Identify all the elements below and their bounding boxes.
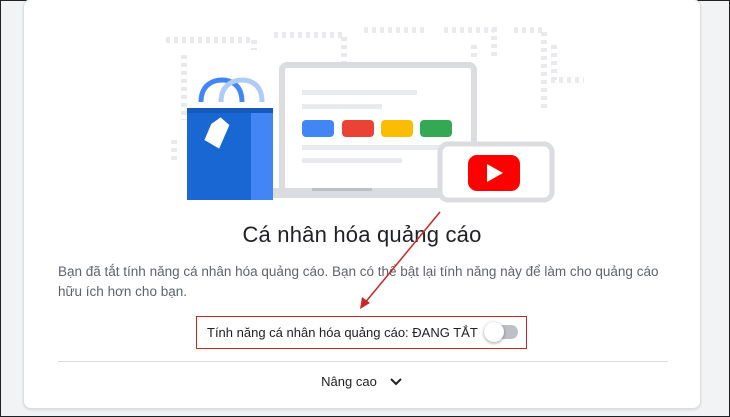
yellow-pill [381, 120, 413, 137]
advanced-expander[interactable]: Nâng cao [24, 374, 700, 389]
placeholder-line [302, 104, 382, 109]
window-frame: Cá nhân hóa quảng cáo Bạn đã tắt tính nă… [0, 0, 730, 417]
placeholder-line [302, 145, 442, 150]
laptop-notch [312, 188, 372, 191]
ad-personalization-status-label: Tính năng cá nhân hóa quảng cáo: ĐANG TẮ… [207, 325, 478, 340]
green-pill [420, 120, 452, 137]
chevron-down-icon [390, 377, 402, 385]
advanced-label: Nâng cao [321, 374, 377, 389]
ad-personalization-setting: Tính năng cá nhân hóa quảng cáo: ĐANG TẮ… [196, 316, 527, 349]
divider [58, 361, 668, 362]
placeholder-line [302, 90, 417, 95]
red-pill [342, 120, 374, 137]
toggle-knob [484, 322, 504, 342]
placeholder-line [302, 158, 402, 163]
phone-youtube-icon [437, 141, 555, 203]
page-description: Bạn đã tắt tính năng cá nhân hóa quảng c… [58, 264, 659, 299]
ad-personalization-card: Cá nhân hóa quảng cáo Bạn đã tắt tính nă… [23, 0, 701, 409]
blue-pill [302, 120, 334, 137]
shopping-bag-icon [187, 77, 273, 200]
page-title: Cá nhân hóa quảng cáo [242, 222, 482, 247]
ad-illustration [166, 27, 584, 203]
ad-personalization-toggle[interactable] [484, 322, 518, 342]
